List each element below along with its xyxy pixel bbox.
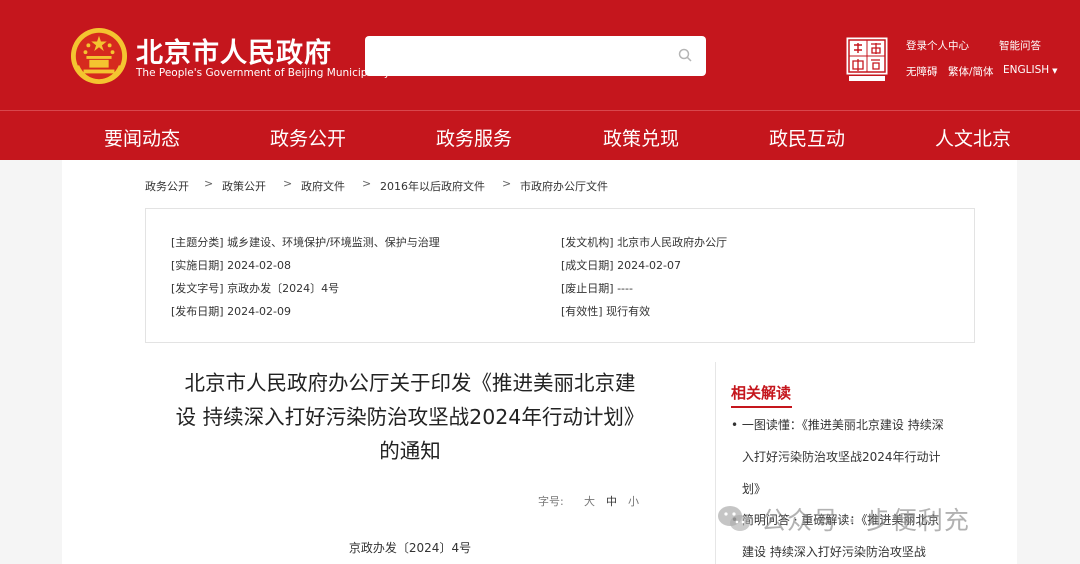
site-logo-title[interactable]: 北京市人民政府 — [136, 31, 332, 70]
related-reading-title: 相关解读 — [731, 384, 792, 402]
article-doc-number: 京政办发〔2024〕4号 — [348, 541, 472, 555]
search-input[interactable] — [365, 36, 706, 76]
related-link[interactable]: 入打好污染防治攻坚战2024年行动计 — [742, 448, 941, 465]
meta-issuer: [发文机构] 北京市人民政府办公厅 — [561, 236, 728, 249]
nav-item-gov-services[interactable]: 政务服务 — [436, 124, 512, 151]
nav-item-gov-affairs[interactable]: 政务公开 — [270, 124, 346, 151]
login-link[interactable]: 登录个人中心 — [906, 38, 969, 53]
related-link[interactable]: • 一图读懂：《推进美丽北京建设 持续深 — [731, 416, 944, 433]
article-title-line: 北京市人民政府办公厅关于印发《推进美丽北京建 — [184, 371, 636, 395]
document-metadata-box — [145, 208, 975, 343]
caret-down-icon: ▼ — [1052, 67, 1058, 75]
breadcrumb-item[interactable]: 2016年以后政府文件 — [380, 178, 485, 194]
wechat-icon — [718, 506, 750, 531]
breadcrumb-item[interactable]: 政策公开 — [222, 178, 266, 194]
watermark-text: 公众号 · 步便利充 — [761, 506, 970, 535]
font-size-large-button[interactable]: 大 — [584, 493, 595, 509]
article-title-line: 的通知 — [379, 439, 441, 463]
font-size-medium-label: 中 — [606, 495, 617, 508]
meta-created-date: [成文日期] 2024-02-07 — [561, 259, 682, 272]
breadcrumb-separator-icon: > — [502, 177, 512, 190]
related-link[interactable]: 建设 持续深入打好污染防治攻坚战 — [742, 543, 926, 560]
nav-item-news[interactable]: 要闻动态 — [104, 124, 180, 151]
meta-validity: [有效性] 现行有效 — [561, 305, 651, 318]
traditional-simplified-link[interactable]: 繁体/简体 — [948, 64, 994, 79]
capital-seal-icon[interactable] — [846, 37, 888, 83]
breadcrumb-separator-icon: > — [204, 177, 214, 190]
breadcrumb-item[interactable]: 政务公开 — [145, 178, 189, 194]
accessibility-link[interactable]: 无障碍 — [906, 64, 938, 79]
national-emblem-icon[interactable] — [70, 27, 128, 85]
article-title-line: 设 持续深入打好污染防治攻坚战2024年行动计划》 — [175, 405, 645, 429]
related-title-underline — [731, 406, 792, 408]
column-divider — [715, 362, 716, 564]
english-label: ENGLISH — [1003, 64, 1050, 76]
font-size-label: 字号: — [538, 495, 564, 508]
nav-item-policy[interactable]: 政策兑现 — [603, 124, 679, 151]
breadcrumb-separator-icon: > — [283, 177, 293, 190]
breadcrumb-item[interactable]: 市政府办公厅文件 — [520, 178, 608, 194]
breadcrumb-separator-icon: > — [362, 177, 372, 190]
meta-effective-date: [实施日期] 2024-02-08 — [171, 259, 292, 272]
breadcrumb-item[interactable]: 政府文件 — [301, 178, 345, 194]
related-link[interactable]: 划》 — [742, 480, 766, 497]
main-nav: 要闻动态 政务公开 政务服务 政策兑现 政民互动 人文北京 — [0, 110, 1080, 160]
meta-doc-number: [发文字号] 京政办发〔2024〕4号 — [171, 282, 340, 295]
site-logo-subtitle[interactable]: The People's Government of Beijing Munic… — [136, 67, 390, 79]
font-size-medium-button[interactable]: 中 — [606, 493, 617, 509]
watermark: 公众号 · 步便利充 — [717, 500, 1057, 540]
font-size-small-button[interactable]: 小 — [628, 493, 639, 509]
meta-publish-date: [发布日期] 2024-02-09 — [171, 305, 292, 318]
meta-subject: [主题分类] 城乡建设、环境保护/环境监测、保护与治理 — [171, 236, 440, 249]
search-icon[interactable] — [678, 48, 692, 62]
english-dropdown[interactable]: ENGLISH ▼ — [1003, 64, 1058, 76]
meta-repeal-date: [废止日期] ---- — [561, 282, 633, 295]
nav-item-culture[interactable]: 人文北京 — [935, 124, 1011, 151]
nav-item-interaction[interactable]: 政民互动 — [769, 124, 845, 151]
smart-qa-link[interactable]: 智能问答 — [999, 38, 1041, 53]
